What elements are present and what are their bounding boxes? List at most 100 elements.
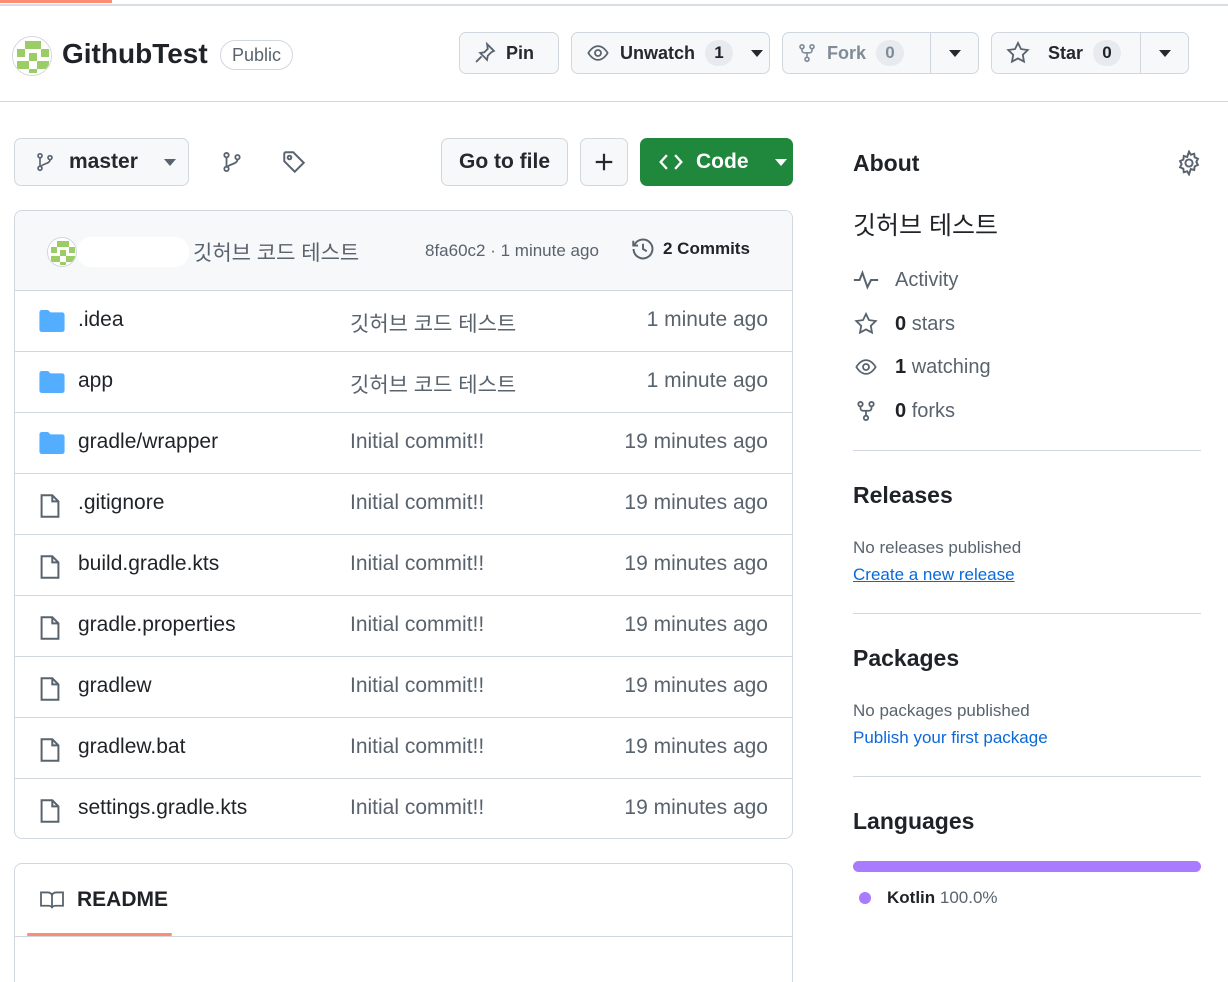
file-commit-time: 1 minute ago — [646, 308, 768, 331]
file-name-link[interactable]: gradle.properties — [78, 613, 236, 637]
history-icon — [632, 238, 654, 260]
readme-header: README — [15, 864, 792, 937]
forks-count: 0 — [895, 399, 907, 422]
file-commit-message[interactable]: Initial commit!! — [350, 674, 484, 698]
star-label: Star — [1048, 42, 1084, 63]
file-name-link[interactable]: .idea — [78, 308, 124, 332]
branches-link[interactable] — [219, 149, 245, 175]
file-commit-message[interactable]: Initial commit!! — [350, 735, 484, 759]
commit-author-avatar[interactable] — [47, 237, 77, 267]
file-name-link[interactable]: gradlew — [78, 674, 152, 698]
code-label: Code — [696, 150, 749, 173]
file-name-link[interactable]: gradlew.bat — [78, 735, 185, 759]
tags-link[interactable] — [281, 149, 307, 175]
code-button[interactable]: Code — [640, 138, 793, 186]
readme-tab[interactable]: README — [39, 888, 168, 912]
branch-select-button[interactable]: master — [14, 138, 189, 186]
sidebar-divider — [853, 613, 1201, 614]
file-row[interactable]: gradle.properties Initial commit!! 19 mi… — [15, 596, 792, 657]
file-row[interactable]: app 깃허브 코드 테스트 1 minute ago — [15, 352, 792, 413]
packages-note: No packages published — [853, 701, 1030, 720]
file-commit-message[interactable]: Initial commit!! — [350, 613, 484, 637]
file-list: 깃허브 코드 테스트 8fa60c2 · 1 minute ago 2 Comm… — [14, 210, 793, 839]
file-commit-message[interactable]: 깃허브 코드 테스트 — [350, 308, 516, 338]
packages-heading[interactable]: Packages — [853, 645, 959, 672]
stars-count: 0 — [895, 312, 907, 335]
file-row[interactable]: .idea 깃허브 코드 테스트 1 minute ago — [15, 291, 792, 352]
file-commit-time: 19 minutes ago — [624, 613, 768, 636]
pin-button[interactable]: Pin — [459, 32, 559, 74]
file-commit-message[interactable]: Initial commit!! — [350, 430, 484, 454]
file-name-link[interactable]: gradle/wrapper — [78, 430, 218, 454]
repo-forked-icon — [799, 43, 815, 63]
repo-name-link[interactable]: GithubTest — [62, 38, 208, 70]
file-commit-time: 1 minute ago — [646, 369, 768, 392]
star-icon — [1006, 41, 1030, 64]
file-commit-message[interactable]: 깃허브 코드 테스트 — [350, 369, 516, 399]
language-percent: 100.0% — [939, 888, 998, 907]
create-release-link[interactable]: Create a new release — [853, 565, 1015, 585]
file-commit-message[interactable]: Initial commit!! — [350, 796, 484, 820]
about-heading: About — [853, 150, 920, 176]
readme-panel: README — [14, 863, 793, 982]
file-commit-message[interactable]: Initial commit!! — [350, 491, 484, 515]
chevron-down-icon — [163, 158, 176, 166]
owner-avatar[interactable] — [12, 36, 52, 76]
language-item[interactable]: Kotlin 100.0% — [859, 888, 998, 908]
eye-icon — [587, 45, 609, 61]
file-row[interactable]: gradlew.bat Initial commit!! 19 minutes … — [15, 718, 792, 779]
star-button[interactable]: Star 0 — [991, 32, 1189, 74]
git-branch-icon — [37, 152, 53, 172]
file-commit-message[interactable]: Initial commit!! — [350, 552, 484, 576]
edit-about-button[interactable] — [1176, 149, 1202, 177]
add-file-button[interactable] — [580, 138, 628, 186]
file-name-link[interactable]: .gitignore — [78, 491, 164, 515]
file-row[interactable]: build.gradle.kts Initial commit!! 19 min… — [15, 535, 792, 596]
watchers-link[interactable]: 1 watching — [853, 355, 991, 379]
forks-link[interactable]: 0 forks — [853, 399, 955, 423]
fork-button[interactable]: Fork 0 — [782, 32, 979, 74]
stars-link[interactable]: 0 stars — [853, 312, 955, 336]
file-row[interactable]: settings.gradle.kts Initial commit!! 19 … — [15, 779, 792, 838]
commit-message-link[interactable]: 깃허브 코드 테스트 — [193, 237, 359, 267]
file-icon — [39, 493, 65, 518]
file-row[interactable]: gradlew Initial commit!! 19 minutes ago — [15, 657, 792, 718]
fork-label: Fork — [827, 42, 867, 63]
book-icon — [40, 891, 64, 909]
file-name-link[interactable]: settings.gradle.kts — [78, 796, 247, 820]
publish-package-link[interactable]: Publish your first package — [853, 728, 1048, 748]
file-name-link[interactable]: build.gradle.kts — [78, 552, 219, 576]
file-commit-time: 19 minutes ago — [624, 552, 768, 575]
watching-label: watching — [911, 355, 991, 378]
releases-heading[interactable]: Releases — [853, 482, 953, 509]
language-color-dot — [859, 892, 871, 904]
file-row[interactable]: gradle/wrapper Initial commit!! 19 minut… — [15, 413, 792, 474]
file-icon — [39, 676, 65, 701]
file-commit-time: 19 minutes ago — [624, 796, 768, 819]
file-directory-icon — [39, 432, 65, 456]
chevron-down-icon[interactable] — [948, 49, 961, 57]
stars-label: stars — [911, 312, 956, 335]
file-row[interactable]: .gitignore Initial commit!! 19 minutes a… — [15, 474, 792, 535]
file-name-link[interactable]: app — [78, 369, 113, 393]
redacted-author-name — [77, 237, 189, 267]
commit-hash-time[interactable]: 8fa60c2 · 1 minute ago — [425, 241, 599, 261]
file-icon — [39, 554, 65, 579]
language-name: Kotlin — [887, 888, 936, 907]
commits-link[interactable]: 2 Commits — [631, 237, 750, 261]
commits-count-label: 2 Commits — [663, 239, 750, 258]
watching-count: 1 — [895, 355, 907, 378]
chevron-down-icon[interactable] — [751, 49, 764, 57]
branch-name: master — [69, 150, 138, 173]
file-directory-icon — [39, 310, 65, 334]
code-icon — [659, 154, 683, 170]
readme-tab-label: README — [77, 888, 169, 911]
chevron-down-icon[interactable] — [1158, 49, 1171, 57]
gear-icon — [1178, 149, 1200, 177]
watch-button[interactable]: Unwatch 1 — [571, 32, 770, 74]
watch-counter: 1 — [705, 40, 734, 66]
activity-link[interactable]: Activity — [853, 268, 958, 292]
repo-header: GithubTest Public Pin Unwatch 1 Fork 0 S… — [0, 6, 1228, 102]
go-to-file-button[interactable]: Go to file — [441, 138, 568, 186]
visibility-badge: Public — [220, 40, 294, 70]
